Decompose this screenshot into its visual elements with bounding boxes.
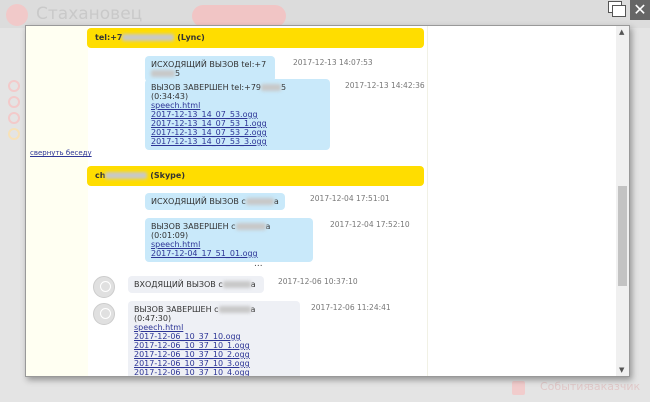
- message-timestamp: 2017-12-06 11:24:41: [311, 303, 391, 312]
- close-button[interactable]: ✕: [630, 0, 650, 20]
- left-panel: [26, 26, 88, 376]
- avatar-icon: [93, 276, 115, 298]
- redacted-contact: [151, 70, 175, 77]
- app-logo-icon: [6, 4, 28, 26]
- redacted-contact: [222, 281, 251, 288]
- file-link[interactable]: 2017-12-06_10_37_10_2.ogg: [134, 350, 294, 359]
- message-timestamp: 2017-12-06 10:37:10: [278, 277, 358, 286]
- message-timestamp: 2017-12-13 14:07:53: [293, 58, 373, 67]
- file-link[interactable]: 2017-12-13_14_07_53_1.ogg: [151, 119, 324, 128]
- contact-prefix: tel:+7: [95, 33, 123, 42]
- message-timestamp: 2017-12-13 14:42:36: [345, 81, 425, 90]
- background-header-button: [192, 5, 286, 27]
- message-text: 5: [175, 69, 181, 78]
- sidebar-icon: [8, 128, 20, 140]
- conversation-dialog: tel:+7 (Lync) ИСХОДЯЩИЙ ВЫЗОВ tel:+75 20…: [25, 25, 630, 377]
- restore-button[interactable]: [606, 0, 628, 20]
- app-brand: Стахановец: [36, 4, 143, 24]
- file-link[interactable]: 2017-12-13_14_07_53.ogg: [151, 110, 324, 119]
- customer-label: заказчик: [588, 380, 641, 393]
- file-link[interactable]: 2017-12-06_10_37_10_4.ogg: [134, 368, 294, 376]
- message-text: ВХОДЯЩИЙ ВЫЗОВ c: [134, 280, 223, 289]
- scroll-down-icon[interactable]: ▼: [619, 366, 624, 374]
- vertical-scrollbar[interactable]: ▲ ▼: [616, 26, 629, 376]
- file-link[interactable]: 2017-12-06_10_37_10.ogg: [134, 332, 294, 341]
- message-text: ВЫЗОВ ЗАВЕРШЕН c: [134, 305, 219, 314]
- collapse-conversation-link[interactable]: свернуть беседу: [30, 149, 92, 157]
- file-link[interactable]: speech.html: [151, 101, 324, 110]
- sidebar-icon: [8, 80, 20, 92]
- file-link[interactable]: speech.html: [134, 323, 294, 332]
- file-link[interactable]: 2017-12-06_10_37_10_1.ogg: [134, 341, 294, 350]
- file-link[interactable]: 2017-12-13_14_07_53_3.ogg: [151, 137, 324, 146]
- message-text: a: [250, 280, 256, 289]
- events-icon: [512, 381, 525, 395]
- file-link[interactable]: 2017-12-06_10_37_10_3.ogg: [134, 359, 294, 368]
- contact-source: (Lync): [174, 33, 205, 42]
- avatar-icon: [93, 303, 115, 325]
- sidebar-icon: [8, 112, 20, 124]
- file-link[interactable]: 2017-12-13_14_07_53_2.ogg: [151, 128, 324, 137]
- message-bubble: ВХОДЯЩИЙ ВЫЗОВ c a: [128, 276, 264, 293]
- redacted-contact: [122, 34, 175, 41]
- window-controls: ✕: [606, 0, 650, 20]
- message-text: ИСХОДЯЩИЙ ВЫЗОВ tel:+7: [151, 60, 267, 69]
- scrollbar-thumb[interactable]: [618, 186, 627, 286]
- sidebar-icon: [8, 96, 20, 108]
- redacted-contact: [261, 84, 281, 91]
- background-sidebar: [0, 70, 25, 320]
- conversation-header-lync[interactable]: tel:+7 (Lync): [87, 28, 424, 48]
- message-bubble: ВЫЗОВ ЗАВЕРШЕН tel:+79 5 (0:34:43) speech…: [145, 79, 330, 150]
- message-text: ВЫЗОВ ЗАВЕРШЕН tel:+79: [151, 83, 261, 92]
- scroll-up-icon[interactable]: ▲: [619, 28, 624, 36]
- events-label: События: [540, 380, 591, 393]
- redacted-contact: [218, 306, 251, 313]
- message-bubble: ВЫЗОВ ЗАВЕРШЕН ca (0:47:30) speech.html …: [128, 301, 300, 376]
- background-app-header: Стахановец: [0, 0, 650, 28]
